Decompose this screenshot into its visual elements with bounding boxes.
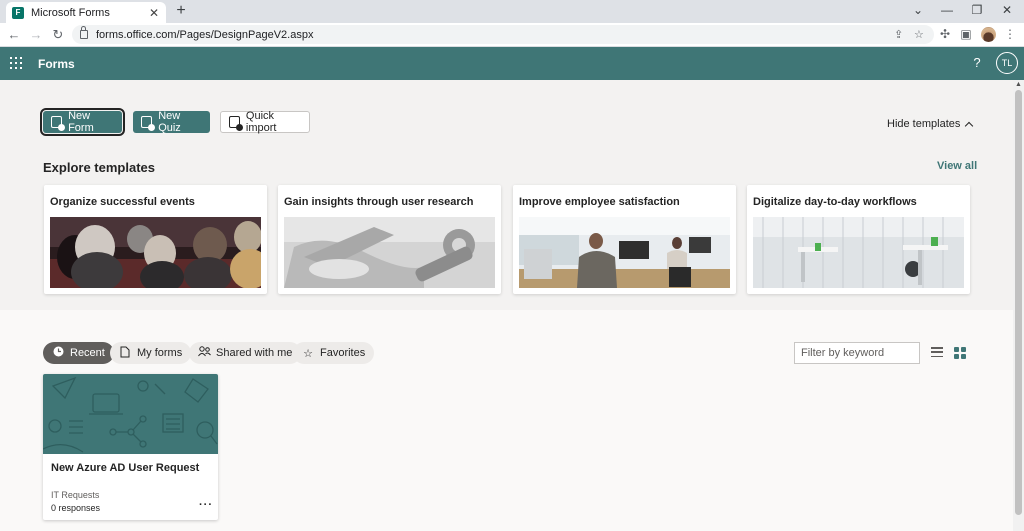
url-text: forms.office.com/Pages/DesignPageV2.aspx [96, 28, 314, 41]
form-group-label: IT Requests [51, 490, 100, 500]
reload-icon[interactable]: ↻ [50, 27, 66, 43]
restore-icon[interactable]: ❐ [969, 3, 985, 17]
bookmark-star-icon[interactable]: ☆ [914, 28, 924, 41]
hide-templates-label: Hide templates [887, 118, 961, 130]
share-icon[interactable]: ⇪ [894, 28, 903, 41]
workspace-image [753, 217, 964, 288]
app-header: Forms ? TL [0, 47, 1024, 80]
back-icon[interactable]: ← [6, 27, 22, 43]
list-view-icon[interactable] [931, 347, 943, 357]
clock-icon [52, 346, 64, 360]
app-launcher-icon[interactable] [10, 57, 22, 69]
forms-favicon-icon: F [12, 6, 24, 19]
extensions-icon[interactable]: ✣ [938, 27, 952, 41]
form-title[interactable]: New Azure AD User Request [51, 462, 199, 474]
quiz-add-icon [141, 116, 156, 131]
tab-shared-label: Shared with me [216, 347, 293, 359]
template-title: Organize successful events [50, 196, 195, 208]
grid-view-icon[interactable] [954, 347, 966, 359]
forward-icon[interactable]: → [28, 27, 44, 43]
star-icon: ☆ [303, 347, 313, 360]
tab-search-chevron-icon[interactable]: ⌄ [910, 3, 926, 17]
more-options-icon[interactable]: ··· [199, 499, 213, 511]
filter-keyword-input[interactable] [794, 342, 920, 364]
minimize-icon[interactable]: — [939, 3, 955, 17]
tab-favorites[interactable]: ☆ Favorites [293, 342, 375, 364]
tab-shared-with-me[interactable]: Shared with me [189, 342, 302, 364]
side-panel-icon[interactable]: ▣ [959, 27, 973, 41]
template-card-research[interactable]: Gain insights through user research [278, 185, 501, 294]
template-card-workflows[interactable]: Digitalize day-to-day workflows [747, 185, 970, 294]
page-scrollbar[interactable]: ▲ [1013, 80, 1024, 531]
template-title: Gain insights through user research [284, 196, 474, 208]
browser-tab[interactable]: F Microsoft Forms ✕ [6, 2, 166, 23]
help-icon[interactable]: ? [970, 55, 984, 70]
form-add-icon [51, 116, 66, 131]
user-avatar[interactable]: TL [996, 52, 1018, 74]
template-card-events[interactable]: Organize successful events [44, 185, 267, 294]
profile-avatar[interactable] [981, 27, 996, 42]
scroll-thumb[interactable] [1015, 90, 1022, 515]
tab-title: Microsoft Forms [31, 6, 110, 19]
form-responses-count: 0 responses [51, 503, 101, 513]
people-icon [198, 346, 211, 360]
templates-section: New Form New Quiz Quick import Hide temp… [0, 80, 1013, 310]
address-bar[interactable]: forms.office.com/Pages/DesignPageV2.aspx… [72, 25, 934, 44]
new-quiz-label: New Quiz [158, 110, 181, 134]
quick-import-label: Quick import [245, 110, 277, 134]
quick-import-button[interactable]: Quick import [220, 110, 310, 134]
hide-templates-toggle[interactable]: Hide templates [887, 118, 974, 130]
close-window-icon[interactable]: ✕ [999, 3, 1015, 17]
tab-recent[interactable]: Recent [43, 342, 114, 364]
template-card-employee[interactable]: Improve employee satisfaction [513, 185, 736, 294]
view-all-link[interactable]: View all [937, 160, 977, 172]
form-card[interactable]: New Azure AD User Request IT Requests 0 … [43, 374, 218, 520]
document-icon [119, 346, 131, 361]
lock-icon [80, 26, 88, 39]
office-worker-image [519, 217, 730, 288]
research-wrench-image [284, 217, 495, 288]
app-name[interactable]: Forms [38, 57, 75, 71]
new-form-button[interactable]: New Form [40, 108, 125, 136]
template-title: Improve employee satisfaction [519, 196, 680, 208]
import-icon [229, 116, 243, 131]
form-banner-pattern [43, 374, 218, 454]
new-tab-icon[interactable]: + [173, 3, 189, 19]
new-quiz-button[interactable]: New Quiz [133, 110, 210, 134]
events-audience-image [50, 217, 261, 288]
tab-my-forms[interactable]: My forms [110, 342, 192, 364]
tab-my-forms-label: My forms [137, 347, 183, 359]
template-title: Digitalize day-to-day workflows [753, 196, 917, 208]
forms-section: Recent My forms Shared with me ☆ Favorit… [0, 310, 1013, 531]
browser-tabstrip: F Microsoft Forms ✕ + ⌄ — ❐ ✕ [0, 0, 1024, 23]
chevron-up-icon [965, 121, 974, 130]
tab-favorites-label: Favorites [320, 347, 366, 359]
tab-recent-label: Recent [70, 347, 105, 359]
explore-templates-heading: Explore templates [43, 160, 155, 175]
browser-menu-icon[interactable]: ⋮ [1003, 27, 1017, 41]
scroll-up-arrow-icon[interactable]: ▲ [1015, 81, 1022, 88]
close-tab-icon[interactable]: ✕ [148, 6, 160, 20]
new-form-label: New Form [68, 110, 94, 134]
browser-toolbar: ← → ↻ forms.office.com/Pages/DesignPageV… [0, 23, 1024, 47]
